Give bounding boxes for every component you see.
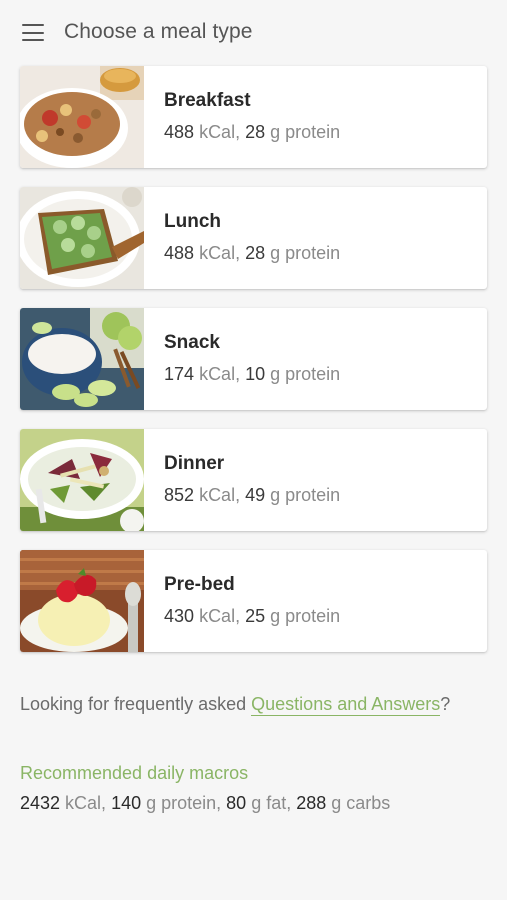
meal-protein-unit: g protein [270,606,341,626]
meal-macros: 852 kCal, 49 g protein [164,485,340,506]
meal-protein-value: 10 [245,364,266,384]
meal-kcal-value: 852 [164,485,195,505]
daily-kcal-unit: kCal, [60,793,112,813]
meal-card-breakfast[interactable]: Breakfast 488 kCal, 28 g protein [20,66,487,168]
meal-name: Pre-bed [164,574,235,595]
meal-kcal-unit: kCal, [199,122,241,142]
meal-macros: 488 kCal, 28 g protein [164,122,340,143]
meal-name: Snack [164,332,220,353]
daily-protein-value: 140 [111,793,142,813]
daily-fat-unit: g fat, [246,793,297,813]
meal-protein-value: 49 [245,485,266,505]
faq-suffix: ? [440,694,451,714]
daily-carbs-value: 288 [296,793,327,813]
meal-kcal-value: 174 [164,364,195,384]
meal-kcal-value: 488 [164,122,195,142]
daily-carbs-unit: g carbs [326,793,391,813]
meal-kcal-unit: kCal, [199,243,241,263]
recommended-macros-heading: Recommended daily macros [20,763,249,783]
meal-protein-value: 28 [245,243,266,263]
meal-card-pre-bed[interactable]: Pre-bed 430 kCal, 25 g protein [20,550,487,652]
meal-kcal-value: 430 [164,606,195,626]
meal-kcal-unit: kCal, [199,364,241,384]
salad-plate-image [20,429,144,531]
meal-card-snack[interactable]: Snack 174 kCal, 10 g protein [20,308,487,410]
meal-protein-unit: g protein [270,243,341,263]
meal-macros: 488 kCal, 28 g protein [164,243,340,264]
meal-macros: 430 kCal, 25 g protein [164,606,340,627]
yogurt-apples-image [20,308,144,410]
app-bar: Choose a meal type [0,0,507,64]
meal-protein-value: 28 [245,122,266,142]
meal-card-lunch[interactable]: Lunch 488 kCal, 28 g protein [20,187,487,289]
faq-prompt: Looking for frequently asked Questions a… [20,694,451,716]
meal-card-dinner[interactable]: Dinner 852 kCal, 49 g protein [20,429,487,531]
granola-bowl-image [20,66,144,168]
meal-protein-unit: g protein [270,122,341,142]
daily-fat-value: 80 [226,793,247,813]
meal-kcal-unit: kCal, [199,485,241,505]
meal-kcal-unit: kCal, [199,606,241,626]
meal-name: Lunch [164,211,221,232]
meal-macros: 174 kCal, 10 g protein [164,364,340,385]
hamburger-menu-icon[interactable] [22,24,44,41]
meal-kcal-value: 488 [164,243,195,263]
daily-kcal-value: 2432 [20,793,61,813]
meal-protein-unit: g protein [270,364,341,384]
recommended-macros-values: 2432 kCal, 140 g protein, 80 g fat, 288 … [20,793,390,814]
meal-name: Breakfast [164,90,251,111]
meal-protein-unit: g protein [270,485,341,505]
daily-protein-unit: g protein, [141,793,227,813]
cucumber-toast-image [20,187,144,289]
faq-link[interactable]: Questions and Answers [251,694,441,716]
page-title: Choose a meal type [64,20,253,43]
meal-name: Dinner [164,453,225,474]
meal-protein-value: 25 [245,606,266,626]
faq-prefix: Looking for frequently asked [20,694,252,714]
strawberry-dessert-image [20,550,144,652]
